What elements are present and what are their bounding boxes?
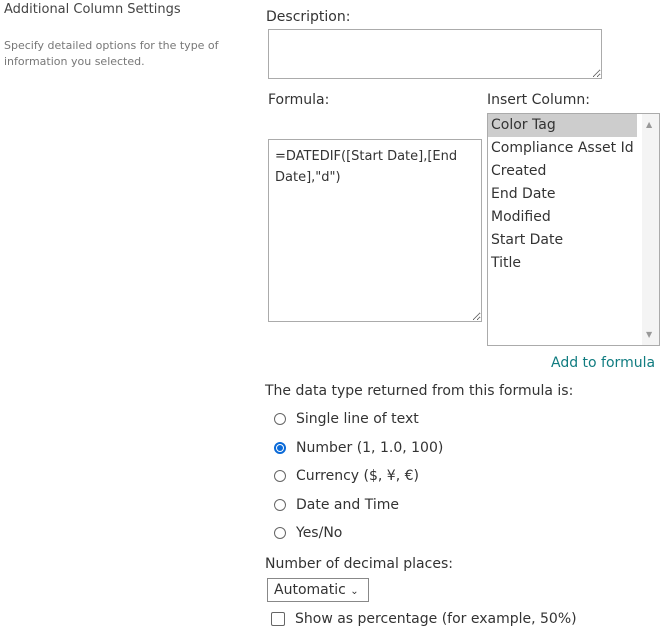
- column-option[interactable]: Color Tag: [488, 114, 637, 137]
- radio-currency[interactable]: Currency ($, ¥, €): [274, 468, 419, 484]
- scroll-down-icon[interactable]: ▼: [646, 330, 652, 339]
- description-input[interactable]: [268, 29, 602, 79]
- column-option[interactable]: Title: [488, 252, 659, 275]
- data-type-label: The data type returned from this formula…: [265, 383, 574, 399]
- checkbox-label: Show as percentage (for example, 50%): [295, 611, 577, 627]
- radio-single-line[interactable]: Single line of text: [274, 411, 419, 427]
- radio-date-time[interactable]: Date and Time: [274, 497, 399, 513]
- radio-icon[interactable]: [274, 499, 286, 511]
- show-percentage-checkbox[interactable]: Show as percentage (for example, 50%): [271, 611, 577, 627]
- section-description: Specify detailed options for the type of…: [4, 39, 219, 68]
- listbox-scrollbar[interactable]: ▲ ▼: [642, 114, 659, 345]
- radio-checked-icon[interactable]: [274, 442, 286, 454]
- add-to-formula-link[interactable]: Add to formula: [551, 355, 655, 371]
- chevron-down-icon: ⌄: [350, 586, 359, 597]
- radio-icon[interactable]: [274, 413, 286, 425]
- column-option[interactable]: End Date: [488, 183, 659, 206]
- section-title: Additional Column Settings: [4, 2, 181, 17]
- decimal-places-label: Number of decimal places:: [265, 556, 453, 572]
- radio-icon[interactable]: [274, 470, 286, 482]
- insert-column-listbox[interactable]: ▲ ▼ Color Tag Compliance Asset Id Created…: [487, 113, 660, 346]
- description-label: Description:: [266, 9, 351, 25]
- radio-label: Date and Time: [296, 497, 399, 513]
- checkbox-icon[interactable]: [271, 612, 285, 626]
- radio-label: Single line of text: [296, 411, 419, 427]
- decimal-places-select[interactable]: Automatic ⌄: [267, 578, 369, 602]
- radio-label: Number (1, 1.0, 100): [296, 440, 444, 456]
- scroll-up-icon[interactable]: ▲: [646, 120, 652, 129]
- radio-yes-no[interactable]: Yes/No: [274, 525, 342, 541]
- column-option[interactable]: Created: [488, 160, 659, 183]
- insert-column-label: Insert Column:: [487, 92, 590, 108]
- radio-label: Currency ($, ¥, €): [296, 468, 419, 484]
- select-value: Automatic: [274, 582, 346, 598]
- column-option[interactable]: Compliance Asset Id: [488, 137, 659, 160]
- radio-label: Yes/No: [296, 525, 343, 541]
- column-option[interactable]: Start Date: [488, 229, 659, 252]
- column-option[interactable]: Modified: [488, 206, 659, 229]
- formula-input[interactable]: =DATEDIF([Start Date],[End Date],"d"): [268, 139, 482, 322]
- formula-label: Formula:: [268, 92, 330, 108]
- radio-icon[interactable]: [274, 527, 286, 539]
- radio-number[interactable]: Number (1, 1.0, 100): [274, 440, 443, 456]
